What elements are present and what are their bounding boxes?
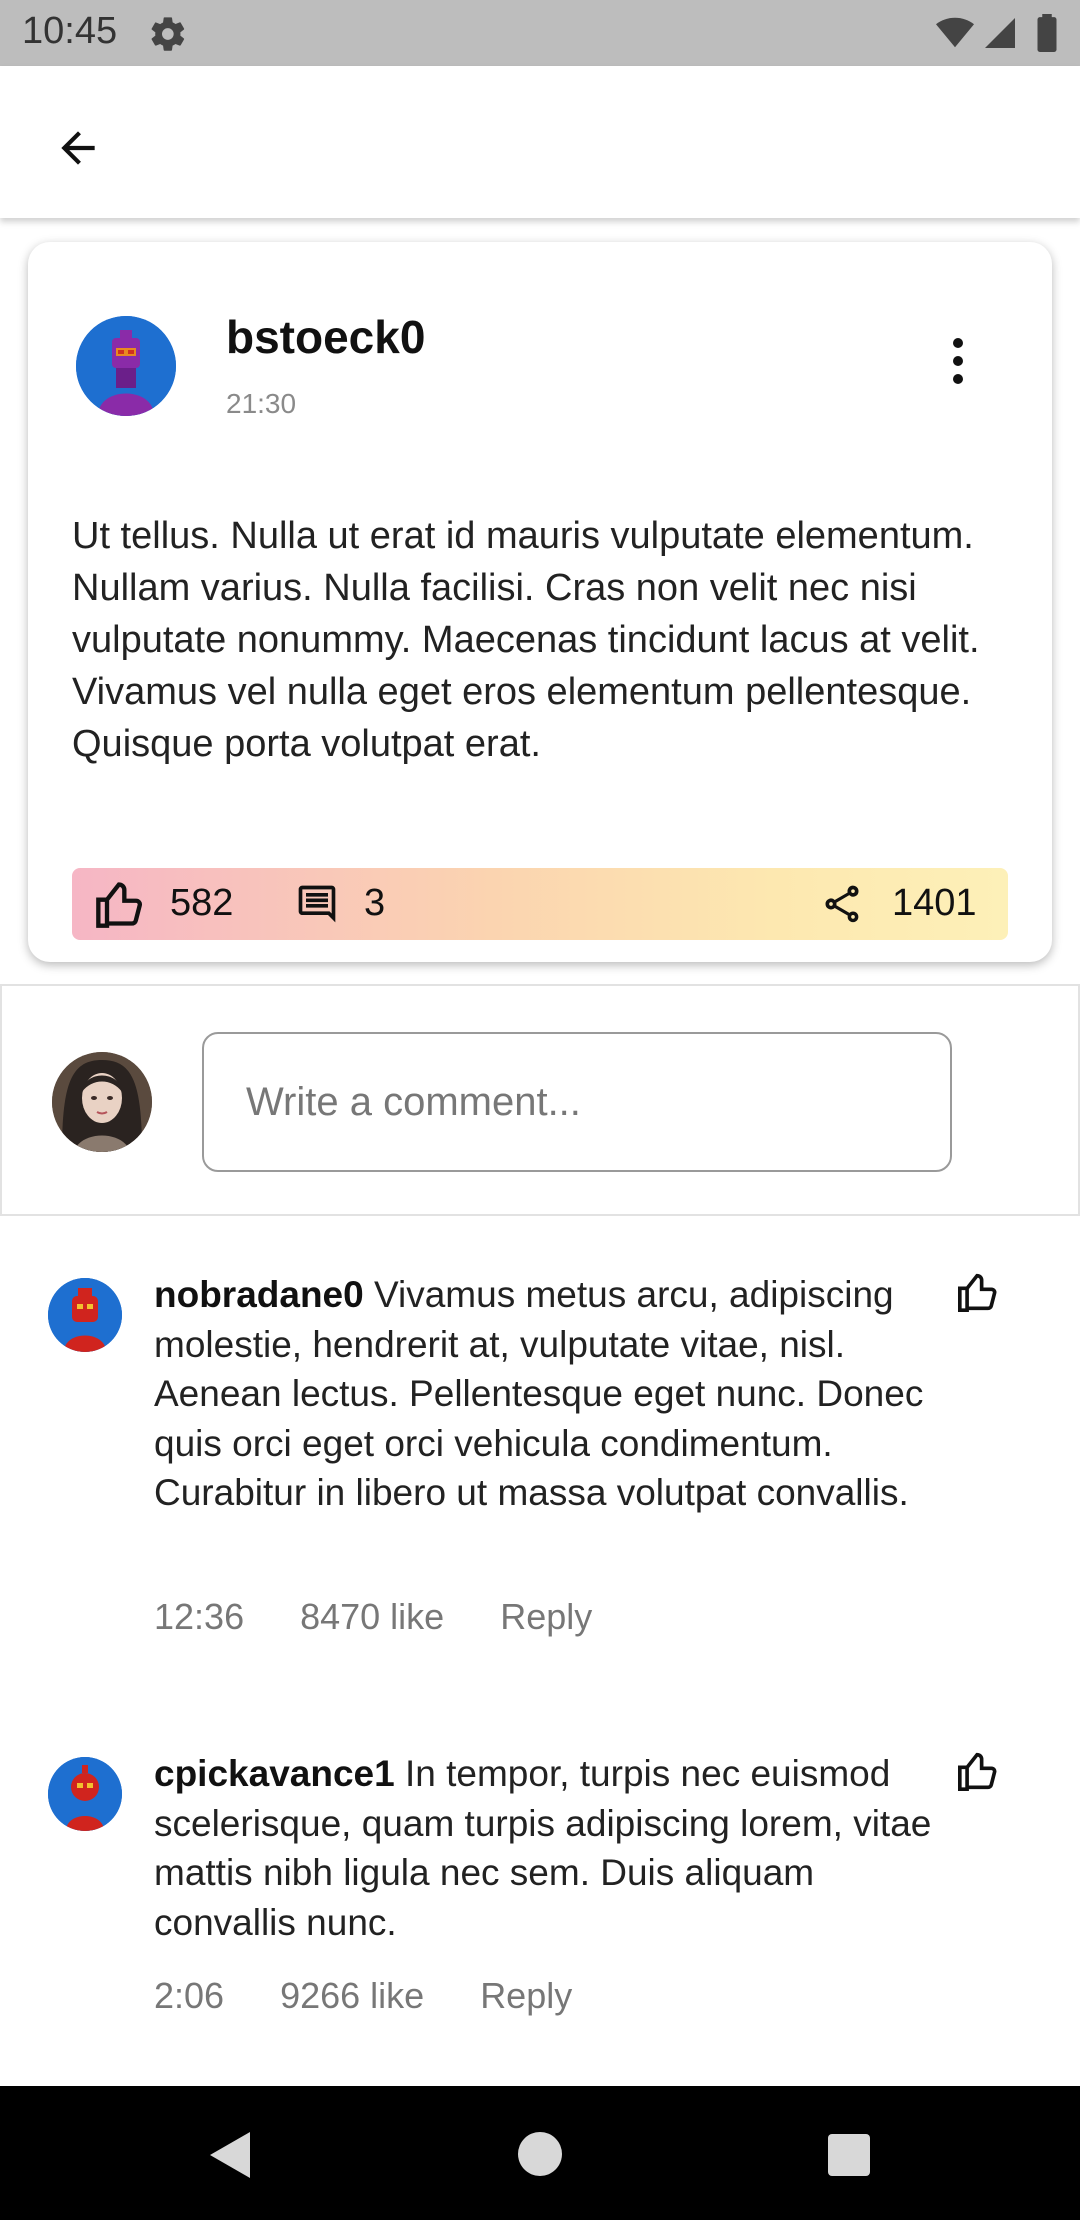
comment-text: nobradane0 Vivamus metus arcu, adipiscin… (154, 1270, 954, 1518)
comment-like-button[interactable] (956, 1751, 1004, 1795)
post-card: bstoeck0 21:30 Ut tellus. Nulla ut erat … (28, 242, 1052, 962)
comment-like-count: 9266 like (280, 1975, 425, 2016)
app-bar (0, 66, 1080, 218)
like-count: 582 (170, 882, 234, 924)
avatar[interactable] (48, 1278, 122, 1352)
comment-icon (298, 885, 336, 923)
thumb-up-icon (96, 882, 142, 928)
status-time: 10:45 (22, 10, 118, 52)
more-dot (953, 374, 963, 384)
share-button[interactable] (820, 882, 864, 926)
reply-button[interactable]: Reply (480, 1975, 572, 2017)
comment-meta: 12:36 8470 like Reply (154, 1596, 592, 1638)
share-icon (825, 885, 859, 923)
back-button[interactable] (42, 112, 114, 184)
comment-like-count: 8470 like (300, 1596, 445, 1637)
arrow-left-icon (61, 131, 95, 165)
nav-recents-icon[interactable] (828, 2134, 870, 2176)
comment-meta: 2:06 9266 like Reply (154, 1975, 572, 2017)
thumb-up-icon (958, 1273, 997, 1312)
more-dot (953, 338, 963, 348)
nav-back-icon[interactable] (206, 2130, 252, 2180)
comment-time: 12:36 (154, 1596, 245, 1637)
comment-like-button[interactable] (956, 1272, 1004, 1316)
comment-input-section (0, 984, 1080, 1216)
post-body: Ut tellus. Nulla ut erat id mauris vulpu… (72, 515, 980, 765)
comment-username[interactable]: nobradane0 (154, 1274, 364, 1315)
battery-icon (1037, 14, 1057, 52)
avatar (52, 1052, 152, 1152)
user-photo-avatar (52, 1052, 152, 1152)
system-nav-bar (0, 2086, 1080, 2220)
reply-button[interactable]: Reply (500, 1596, 592, 1638)
status-bar: 10:45 (0, 0, 1080, 66)
post-time: 21:30 (226, 388, 297, 419)
comment-username[interactable]: cpickavance1 (154, 1753, 395, 1794)
thumb-up-icon (958, 1752, 997, 1791)
comment-item: nobradane0 Vivamus metus arcu, adipiscin… (0, 1270, 1080, 1670)
more-dot (953, 356, 963, 366)
nav-home-icon[interactable] (518, 2132, 562, 2176)
comment-count: 3 (364, 882, 386, 924)
comment-item: cpickavance1 In tempor, turpis nec euism… (0, 1749, 1080, 2049)
reaction-bar: 582 3 1401 (72, 868, 1008, 940)
comment-time: 2:06 (154, 1975, 225, 2016)
avatar[interactable] (48, 1757, 122, 1831)
wifi-icon (936, 17, 974, 48)
comment-input[interactable] (202, 1032, 952, 1172)
like-button[interactable] (94, 880, 146, 928)
more-options-button[interactable] (938, 334, 978, 394)
signal-icon (985, 18, 1015, 48)
robot-avatar-icon (48, 1757, 122, 1831)
gear-icon (151, 17, 185, 51)
post-author[interactable]: bstoeck0 (226, 310, 425, 364)
comment-button[interactable] (294, 882, 340, 926)
avatar[interactable] (76, 316, 176, 416)
comment-text: cpickavance1 In tempor, turpis nec euism… (154, 1749, 954, 1947)
robot-avatar-icon (48, 1278, 122, 1352)
robot-avatar-icon (76, 316, 176, 416)
share-count: 1401 (892, 882, 977, 924)
